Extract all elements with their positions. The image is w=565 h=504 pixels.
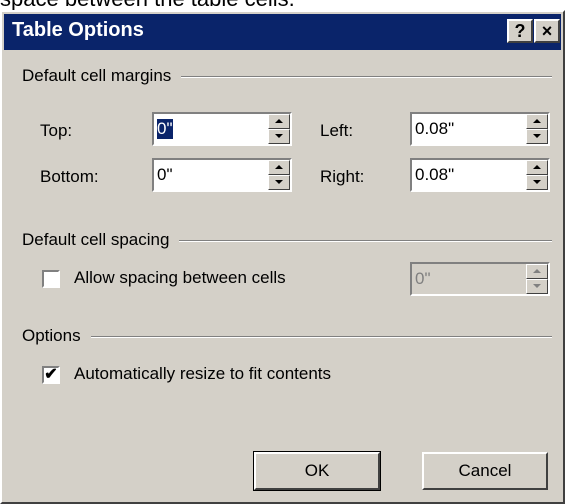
margins-group-label: Default cell margins bbox=[22, 66, 182, 86]
left-value[interactable]: 0.08" bbox=[415, 119, 454, 139]
spacing-down-arrow bbox=[526, 279, 548, 294]
bottom-value[interactable]: 0" bbox=[157, 165, 173, 185]
table-options-dialog: Table Options ? × Default cell margins T… bbox=[0, 10, 565, 504]
left-spinner[interactable]: 0.08" bbox=[410, 112, 550, 146]
left-label: Left: bbox=[320, 121, 354, 140]
left-down-arrow[interactable] bbox=[526, 129, 548, 144]
help-button[interactable]: ? bbox=[507, 19, 533, 43]
dialog-title: Table Options bbox=[12, 19, 144, 41]
right-value[interactable]: 0.08" bbox=[415, 165, 454, 185]
right-spinner[interactable]: 0.08" bbox=[410, 158, 550, 192]
allow-spacing-checkbox[interactable] bbox=[42, 270, 60, 288]
spacing-group-label: Default cell spacing bbox=[22, 230, 180, 250]
top-up-arrow[interactable] bbox=[268, 114, 290, 129]
right-down-arrow[interactable] bbox=[526, 175, 548, 190]
options-group-line bbox=[22, 336, 552, 338]
right-label: Right: bbox=[320, 167, 365, 186]
title-bar[interactable]: Table Options ? × bbox=[4, 14, 561, 50]
top-spinner[interactable]: 0" bbox=[152, 112, 292, 146]
bottom-down-arrow[interactable] bbox=[268, 175, 290, 190]
bottom-up-arrow[interactable] bbox=[268, 160, 290, 175]
left-up-arrow[interactable] bbox=[526, 114, 548, 129]
options-group-label: Options bbox=[22, 326, 91, 346]
spacing-up-arrow bbox=[526, 264, 548, 279]
bottom-label: Bottom: bbox=[40, 167, 99, 186]
top-down-arrow[interactable] bbox=[268, 129, 290, 144]
ok-button[interactable]: OK bbox=[253, 451, 381, 491]
auto-resize-label[interactable]: Automatically resize to fit contents bbox=[74, 364, 331, 384]
right-up-arrow[interactable] bbox=[526, 160, 548, 175]
top-value[interactable]: 0" bbox=[157, 119, 173, 139]
allow-spacing-label[interactable]: Allow spacing between cells bbox=[74, 268, 286, 288]
auto-resize-checkbox[interactable]: ✔ bbox=[42, 366, 60, 384]
close-button[interactable]: × bbox=[534, 19, 560, 43]
spacing-value: 0" bbox=[415, 269, 431, 288]
spacing-spinner: 0" bbox=[410, 262, 550, 296]
bottom-spinner[interactable]: 0" bbox=[152, 158, 292, 192]
top-label: Top: bbox=[40, 121, 73, 140]
cancel-button[interactable]: Cancel bbox=[422, 452, 548, 490]
